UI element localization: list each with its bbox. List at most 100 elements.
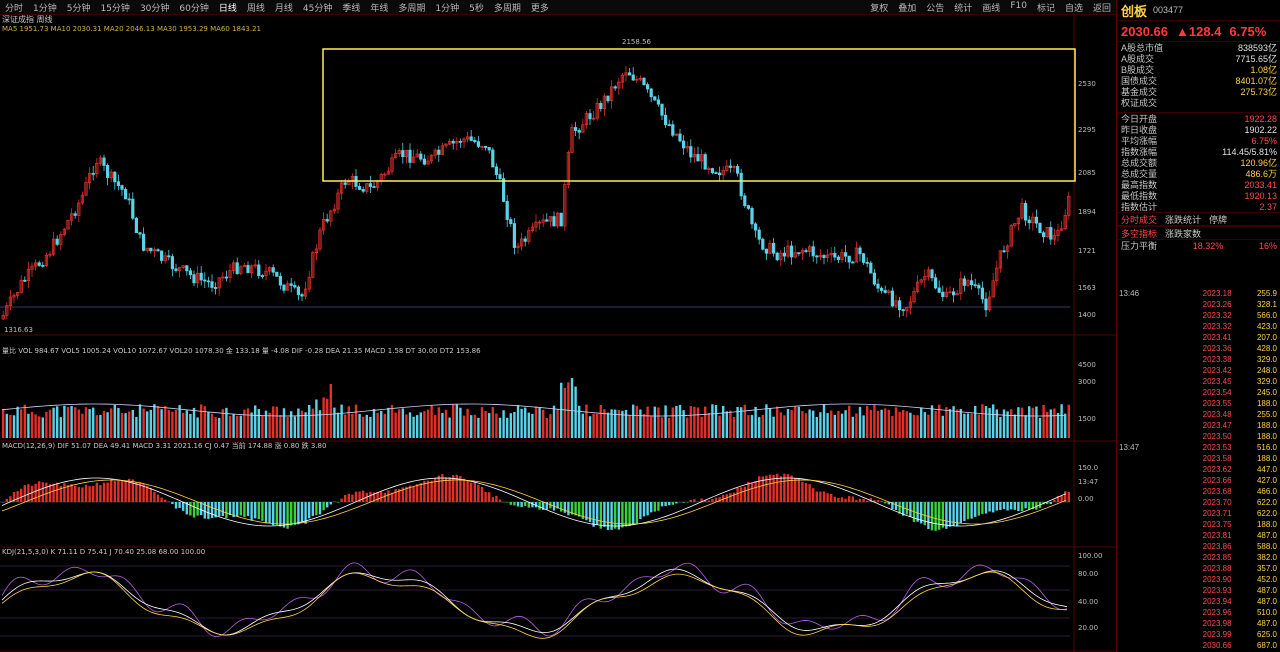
- candle-body: [134, 217, 138, 234]
- macd-bar: [927, 502, 930, 529]
- macd-bar: [596, 502, 599, 525]
- candle-body: [278, 275, 283, 286]
- candle-body: [754, 223, 758, 231]
- tick-price: 2023.62: [1202, 465, 1232, 474]
- candle-body: [898, 300, 902, 311]
- macd-bar: [513, 502, 516, 506]
- volume-bar: [239, 415, 242, 438]
- candle-body: [73, 213, 77, 216]
- toolbar-tool[interactable]: 画线: [977, 1, 1005, 14]
- toolbar-item[interactable]: 月线: [270, 1, 298, 14]
- macd-bar: [344, 495, 347, 502]
- candle-body: [696, 154, 700, 162]
- volume-bar: [102, 410, 106, 438]
- side-tab[interactable]: 多空指标: [1121, 227, 1157, 240]
- stat-value: 1920.13: [1244, 190, 1277, 201]
- toolbar-tool[interactable]: 公告: [921, 1, 949, 14]
- volume-bar: [761, 414, 764, 438]
- toolbar-item[interactable]: 15分钟: [95, 1, 134, 14]
- toolbar-item[interactable]: 45分钟: [298, 1, 337, 14]
- macd-bar: [362, 490, 365, 502]
- candle-body: [606, 95, 610, 102]
- volume-bar: [988, 407, 991, 438]
- volume-bar: [905, 411, 908, 438]
- toolbar-item[interactable]: 1分钟: [28, 1, 62, 14]
- side-tab[interactable]: 停牌: [1209, 213, 1227, 226]
- macd-bar: [480, 486, 484, 502]
- toolbar-item[interactable]: 多周期: [393, 1, 430, 14]
- volume-bar: [236, 415, 239, 438]
- stock-chart[interactable]: 深证成指 周线MA5 1951.73 MA10 2030.31 MA20 204…: [0, 14, 1116, 652]
- macd-bar: [189, 502, 192, 516]
- toolbar-item[interactable]: 多周期: [489, 1, 526, 14]
- volume-bar: [351, 413, 354, 438]
- toolbar-item[interactable]: 更多: [526, 1, 554, 14]
- volume-bar: [740, 407, 743, 438]
- tick-row: 2023.71 622.0: [1117, 508, 1280, 519]
- toolbar-item[interactable]: 30分钟: [135, 1, 174, 14]
- tick-row: 2023.81 487.0: [1117, 530, 1280, 541]
- volume-bar: [488, 413, 491, 438]
- candle-body: [300, 294, 304, 297]
- macd-bar: [23, 485, 26, 502]
- toolbar-item[interactable]: 季线: [337, 1, 365, 14]
- volume-bar: [290, 411, 293, 438]
- volume-bar: [138, 404, 142, 438]
- stat-value: 486.6万: [1245, 169, 1277, 179]
- macd-bar: [635, 502, 638, 524]
- toolbar-item[interactable]: 1分钟: [430, 1, 464, 14]
- toolbar-item[interactable]: 60分钟: [174, 1, 213, 14]
- volume-bar: [1038, 417, 1042, 438]
- tick-row: 2023.42 248.0: [1117, 365, 1280, 376]
- volume-bar: [250, 412, 253, 438]
- candle-body: [260, 275, 265, 277]
- index-name[interactable]: 创板: [1121, 1, 1147, 20]
- side-tab[interactable]: 分时成交: [1121, 213, 1157, 226]
- macd-bar: [963, 502, 966, 522]
- tick-list[interactable]: 13:46 2023.18 255.9 2023.26 328.1 2023.32 566.…: [1117, 288, 1280, 651]
- toolbar-tool[interactable]: 标记: [1032, 1, 1060, 14]
- macd-bar: [592, 502, 595, 527]
- toolbar-tool[interactable]: 统计: [949, 1, 977, 14]
- side-tab[interactable]: 涨跌统计: [1165, 213, 1201, 226]
- macd-bar: [876, 499, 880, 502]
- toolbar-item[interactable]: 5秒: [464, 1, 489, 14]
- toolbar-item[interactable]: 周线: [242, 1, 270, 14]
- toolbar-item[interactable]: 分时: [0, 1, 28, 14]
- macd-bar: [844, 498, 847, 502]
- toolbar-tool[interactable]: F10: [1005, 1, 1032, 14]
- tick-volume: 487.0: [1256, 586, 1277, 595]
- candle-body: [23, 279, 27, 282]
- tick-row: 2023.50 188.0: [1117, 431, 1280, 442]
- toolbar-tool[interactable]: 复权: [865, 1, 893, 14]
- macd-bar: [124, 481, 127, 502]
- macd-bar: [898, 502, 901, 514]
- tick-row: 2030.66 687.0: [1117, 640, 1280, 651]
- toolbar-tool[interactable]: 自选: [1060, 1, 1088, 14]
- candle-body: [505, 201, 509, 220]
- volume-bar: [887, 409, 890, 438]
- volume-bar: [167, 410, 170, 438]
- macd-bar: [81, 487, 84, 502]
- tick-row: 2023.70 622.0: [1117, 497, 1280, 508]
- toolbar-item[interactable]: 日线: [214, 1, 242, 14]
- tick-volume: 382.0: [1256, 553, 1277, 562]
- volume-bar: [362, 416, 365, 438]
- macd-bar: [837, 497, 840, 502]
- macd-bar: [614, 502, 617, 529]
- tick-price: 2023.68: [1202, 487, 1232, 496]
- toolbar-tool[interactable]: 叠加: [893, 1, 921, 14]
- macd-bar: [48, 484, 52, 502]
- volume-bar: [480, 407, 484, 438]
- volume-bar: [333, 407, 336, 438]
- candle-body: [1024, 203, 1028, 221]
- volume-bar: [66, 407, 70, 438]
- toolbar-item[interactable]: 年线: [365, 1, 393, 14]
- toolbar-item[interactable]: 5分钟: [62, 1, 96, 14]
- toolbar-tool[interactable]: 返回: [1088, 1, 1116, 14]
- side-tab[interactable]: 涨跌家数: [1165, 227, 1201, 240]
- macd-bar: [632, 502, 635, 525]
- macd-bar: [416, 484, 419, 502]
- macd-bar: [164, 499, 167, 502]
- macd-bar: [34, 483, 37, 502]
